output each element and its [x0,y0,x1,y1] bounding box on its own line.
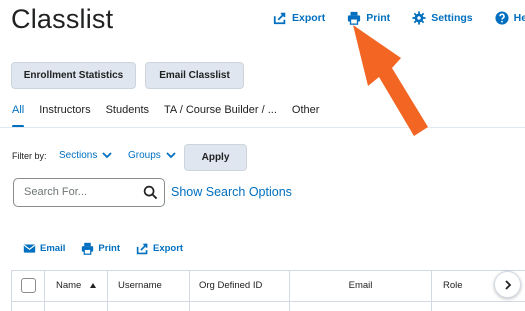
page-title: Classlist [11,4,114,34]
column-header-name[interactable]: Name [45,271,108,311]
export-action[interactable]: Export [136,242,183,255]
print-label: Print [366,12,391,24]
list-actions: Email Print Export [23,242,199,255]
export-link[interactable]: Export [273,11,325,25]
scroll-right-button[interactable] [494,271,521,298]
column-header-org-defined-id[interactable]: Org Defined ID [190,271,290,311]
filter-label: Filter by: [12,151,47,161]
print-icon [348,11,361,25]
column-label-name: Name [56,280,82,291]
export-action-label: Export [153,243,184,254]
email-action[interactable]: Email [23,242,65,255]
export-label: Export [292,12,326,24]
help-link[interactable]: Help [495,11,525,25]
email-classlist-button[interactable]: Email Classlist [145,62,244,89]
tab-all[interactable]: All [12,104,24,116]
sections-dropdown[interactable]: Sections [59,150,112,161]
tab-ta-course-builder[interactable]: TA / Course Builder / ... [164,104,277,116]
email-icon [23,244,36,253]
annotation-arrow-shape [353,25,428,136]
print-action[interactable]: Print [81,242,120,255]
column-header-username[interactable]: Username [108,271,190,311]
search-icon[interactable] [143,185,158,200]
search-placeholder: Search For... [24,186,87,198]
classlist-table: Name Username Org Defined ID Email Role [11,270,525,311]
sections-label: Sections [59,150,98,161]
chevron-right-icon [504,279,511,290]
sort-ascending-icon [90,283,97,288]
column-header-email[interactable]: Email [290,271,432,311]
table-header-divider [11,301,525,302]
groups-label: Groups [128,150,161,161]
export-icon [136,243,148,255]
apply-button[interactable]: Apply [184,144,247,171]
chevron-down-icon [102,152,112,159]
top-actions: Export Print Settings Help [273,11,525,25]
show-search-options-link[interactable]: Show Search Options [171,185,292,199]
help-icon [495,11,509,25]
tabs-divider [0,127,525,128]
export-icon [273,12,286,25]
column-label-email: Email [348,280,373,291]
tab-students[interactable]: Students [106,104,149,116]
column-label-org-defined-id: Org Defined ID [199,280,263,291]
groups-dropdown[interactable]: Groups [128,150,176,161]
tab-instructors[interactable]: Instructors [39,104,90,116]
gear-icon [412,11,426,25]
select-all-checkbox[interactable] [21,278,36,293]
column-label-role: Role [443,280,463,291]
settings-label: Settings [431,12,473,24]
help-label: Help [513,12,525,24]
search-input[interactable]: Search For... [13,178,165,207]
settings-link[interactable]: Settings [412,11,473,25]
chevron-down-icon [166,152,176,159]
print-action-label: Print [98,243,120,254]
print-link[interactable]: Print [347,11,390,25]
tab-other[interactable]: Other [292,104,320,116]
enrollment-statistics-button[interactable]: Enrollment Statistics [11,62,136,89]
column-label-username: Username [118,280,162,291]
select-all-header [12,271,45,311]
email-action-label: Email [40,243,66,254]
role-tabs: All Instructors Students TA / Course Bui… [12,104,334,116]
print-icon [82,242,94,255]
